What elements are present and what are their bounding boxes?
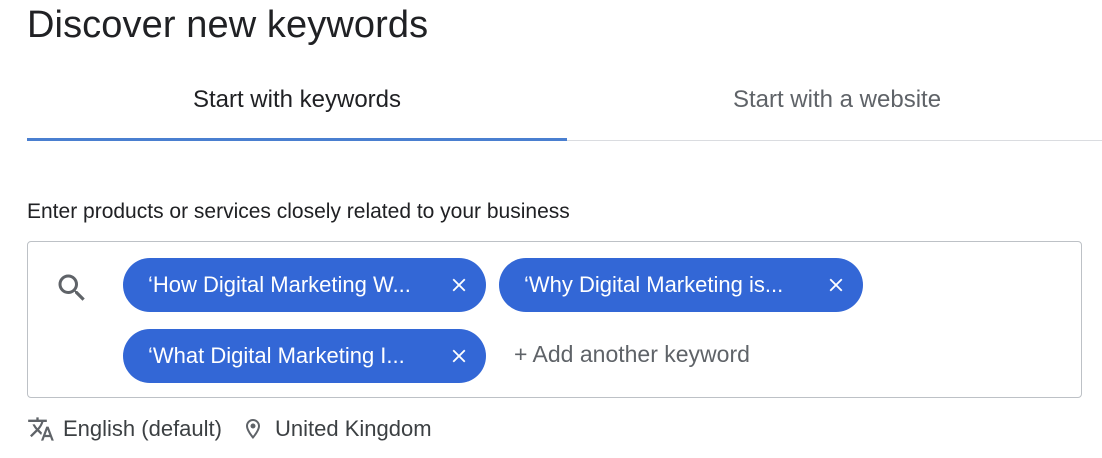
language-label: English (default) — [63, 416, 222, 441]
keyword-chip-label: ‘How Digital Marketing W... — [148, 272, 411, 297]
add-keyword-input[interactable]: + Add another keyword — [514, 341, 750, 368]
translate-icon — [28, 417, 54, 441]
close-icon[interactable] — [446, 343, 472, 369]
search-icon — [58, 274, 85, 301]
tab-start-with-keywords[interactable]: Start with keywords — [27, 62, 567, 138]
keyword-input-box[interactable]: ‘How Digital Marketing W... ‘Why Digital… — [27, 241, 1082, 398]
language-setting[interactable]: English (default) — [27, 415, 222, 443]
keyword-chip[interactable]: ‘Why Digital Marketing is... — [499, 258, 863, 312]
page-title: Discover new keywords — [27, 4, 429, 46]
keyword-chip-label: ‘What Digital Marketing I... — [148, 343, 405, 368]
tab-bar: Start with keywords Start with a website — [27, 62, 1102, 141]
keyword-chip-label: ‘Why Digital Marketing is... — [524, 272, 784, 297]
active-tab-indicator — [27, 138, 567, 141]
keyword-chip[interactable]: ‘How Digital Marketing W... — [123, 258, 486, 312]
keyword-chip[interactable]: ‘What Digital Marketing I... — [123, 329, 486, 383]
location-setting[interactable]: United Kingdom — [222, 415, 432, 443]
tab-label-keywords: Start with keywords — [192, 86, 402, 113]
close-icon[interactable] — [446, 272, 472, 298]
targeting-settings: English (default) United Kingdom — [27, 413, 432, 445]
location-pin-icon — [245, 419, 260, 439]
tab-label-website: Start with a website — [732, 86, 942, 113]
location-label: United Kingdom — [274, 416, 432, 441]
keyword-prompt: Enter products or services closely relat… — [27, 200, 570, 223]
tab-start-with-website[interactable]: Start with a website — [567, 62, 1102, 138]
close-icon[interactable] — [823, 272, 849, 298]
